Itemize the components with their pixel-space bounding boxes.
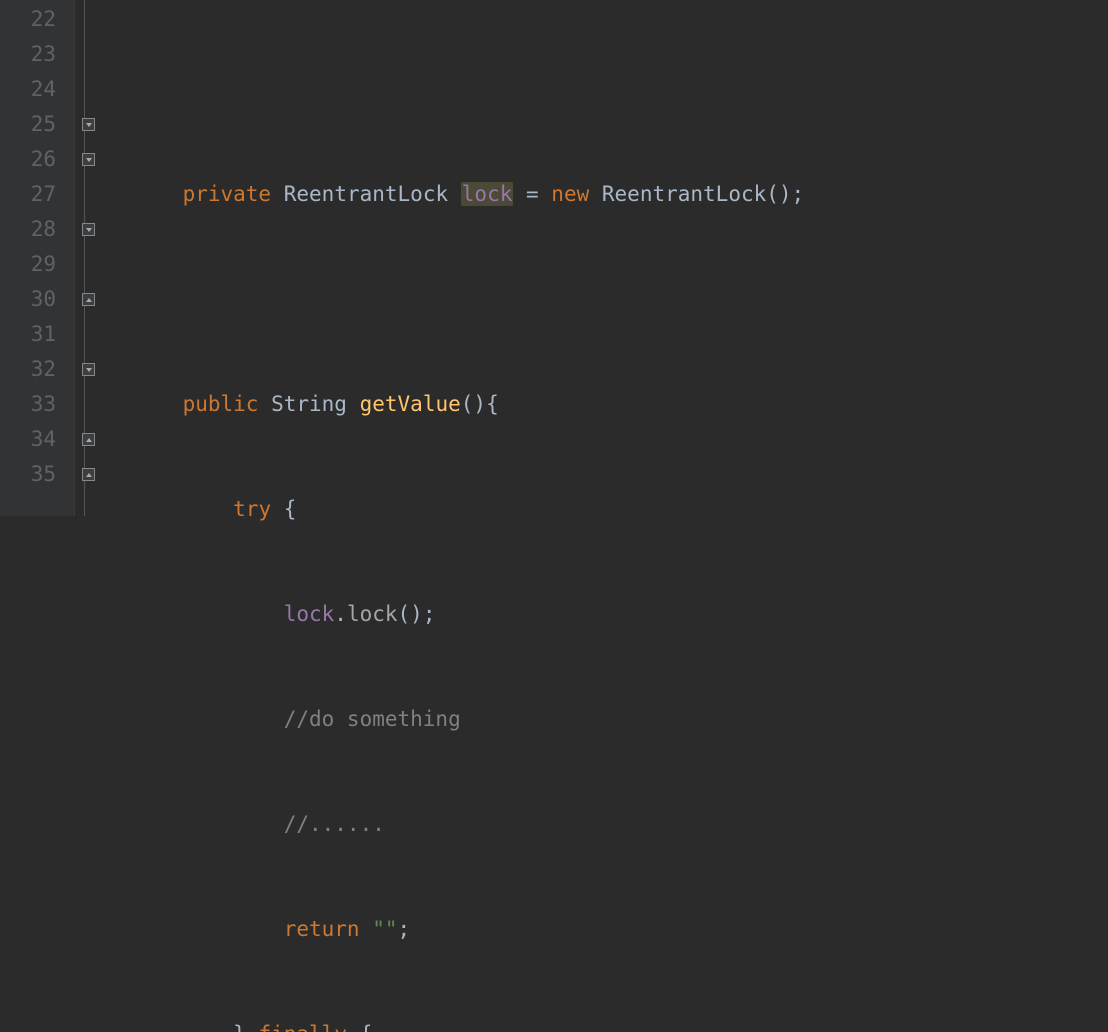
string-literal: "" <box>372 917 397 941</box>
type-string: String <box>271 392 347 416</box>
field-lock-highlight: lock <box>461 182 514 206</box>
keyword-finally: finally <box>258 1022 347 1032</box>
keyword-new: new <box>551 182 589 206</box>
code-area[interactable]: private ReentrantLock lock = new Reentra… <box>102 0 1108 516</box>
code-line[interactable]: private ReentrantLock lock = new Reentra… <box>132 177 1108 212</box>
fold-open-icon[interactable] <box>82 223 95 236</box>
line-number: 31 <box>0 317 56 352</box>
method-getvalue: getValue <box>360 392 461 416</box>
keyword-try: try <box>233 497 271 521</box>
line-number: 35 <box>0 457 56 492</box>
fold-open-icon[interactable] <box>82 118 95 131</box>
fold-close-icon[interactable] <box>82 293 95 306</box>
code-line[interactable]: } finally { <box>132 1017 1108 1032</box>
code-line[interactable] <box>132 72 1108 107</box>
line-number: 34 <box>0 422 56 457</box>
code-line[interactable] <box>132 282 1108 317</box>
type-reentrantlock: ReentrantLock <box>284 182 448 206</box>
code-line[interactable]: public String getValue(){ <box>132 387 1108 422</box>
line-number: 22 <box>0 2 56 37</box>
keyword-public: public <box>183 392 259 416</box>
code-line[interactable]: //...... <box>132 807 1108 842</box>
line-number-gutter: 22 23 24 25 26 27 28 29 30 31 32 33 34 3… <box>0 0 74 516</box>
comment: //do something <box>284 707 461 731</box>
fold-close-icon[interactable] <box>82 468 95 481</box>
fold-close-icon[interactable] <box>82 433 95 446</box>
fold-gutter <box>74 0 102 516</box>
line-number: 32 <box>0 352 56 387</box>
line-number: 27 <box>0 177 56 212</box>
code-line[interactable]: lock.lock(); <box>132 597 1108 632</box>
call-lock: lock <box>347 602 398 626</box>
line-number: 29 <box>0 247 56 282</box>
line-number: 23 <box>0 37 56 72</box>
keyword-private: private <box>183 182 272 206</box>
fold-open-icon[interactable] <box>82 363 95 376</box>
keyword-return: return <box>284 917 360 941</box>
fold-open-icon[interactable] <box>82 153 95 166</box>
line-number: 26 <box>0 142 56 177</box>
line-number: 25 <box>0 107 56 142</box>
comment: //...... <box>284 812 385 836</box>
line-number: 24 <box>0 72 56 107</box>
code-editor: 22 23 24 25 26 27 28 29 30 31 32 33 34 3… <box>0 0 1108 516</box>
line-number: 33 <box>0 387 56 422</box>
line-number: 28 <box>0 212 56 247</box>
code-line[interactable]: //do something <box>132 702 1108 737</box>
line-number: 30 <box>0 282 56 317</box>
code-line[interactable]: try { <box>132 492 1108 527</box>
code-line[interactable]: return ""; <box>132 912 1108 947</box>
field-lock: lock <box>284 602 335 626</box>
